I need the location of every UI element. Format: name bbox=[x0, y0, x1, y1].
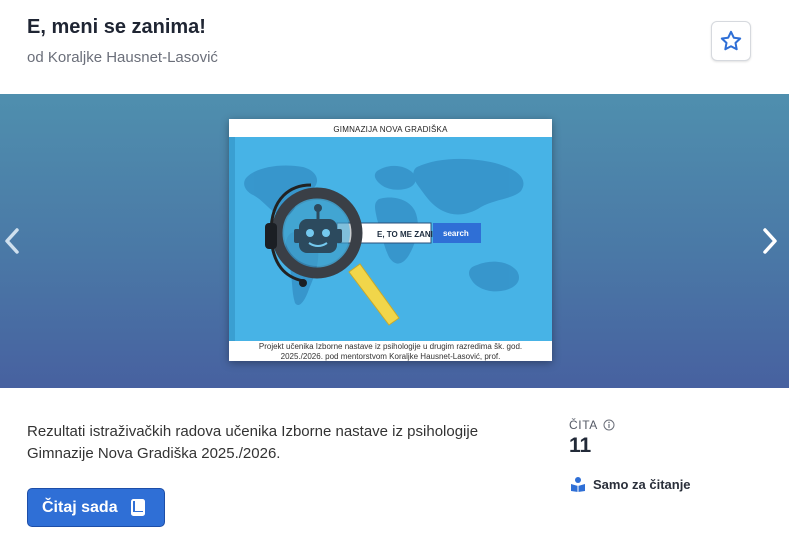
book-icon bbox=[130, 498, 145, 516]
cover-artwork: E, TO ME ZANIMA! search bbox=[229, 137, 552, 341]
cover-footer-line2: 2025./2026. pod mentorstvom Koraljke Hau… bbox=[280, 352, 501, 361]
reads-stat-label: ČITA bbox=[569, 418, 615, 432]
book-description: Rezultati istraživačkih radova učenika I… bbox=[27, 423, 479, 462]
book-header: E, meni se zanima! od Koraljke Hausnet-L… bbox=[0, 0, 789, 94]
chevron-left-icon bbox=[5, 228, 19, 254]
reads-count: 11 bbox=[569, 434, 592, 457]
book-author[interactable]: od Koraljke Hausnet-Lasović bbox=[27, 49, 218, 66]
info-icon[interactable] bbox=[603, 419, 615, 431]
read-only-label: Samo za čitanje bbox=[593, 476, 691, 492]
read-now-label: Čitaj sada bbox=[42, 498, 118, 516]
reader-icon bbox=[571, 477, 585, 492]
cover-school-name: GIMNAZIJA NOVA GRADIŠKA bbox=[229, 119, 552, 137]
star-outline-icon bbox=[720, 30, 742, 51]
cover-illustration: E, TO ME ZANIMA! search bbox=[229, 137, 552, 341]
cover-footer-line1: Projekt učenika Izborne nastave iz psiho… bbox=[258, 342, 523, 351]
carousel-prev-button[interactable] bbox=[0, 224, 24, 258]
reads-label-text: ČITA bbox=[569, 418, 598, 432]
chevron-right-icon bbox=[763, 228, 777, 254]
cover-search-button: search bbox=[443, 229, 469, 238]
book-cover[interactable]: GIMNAZIJA NOVA GRADIŠKA E, TO ME ZANIMA! bbox=[229, 119, 552, 361]
cover-carousel: GIMNAZIJA NOVA GRADIŠKA E, TO ME ZANIMA! bbox=[0, 94, 789, 388]
read-only-indicator: Samo za čitanje bbox=[570, 476, 691, 492]
read-now-button[interactable]: Čitaj sada bbox=[27, 488, 165, 527]
carousel-next-button[interactable] bbox=[758, 224, 782, 258]
favorite-button[interactable] bbox=[711, 21, 751, 61]
cover-footer: Projekt učenika Izborne nastave iz psiho… bbox=[229, 341, 552, 361]
book-title: E, meni se zanima! bbox=[27, 16, 206, 38]
